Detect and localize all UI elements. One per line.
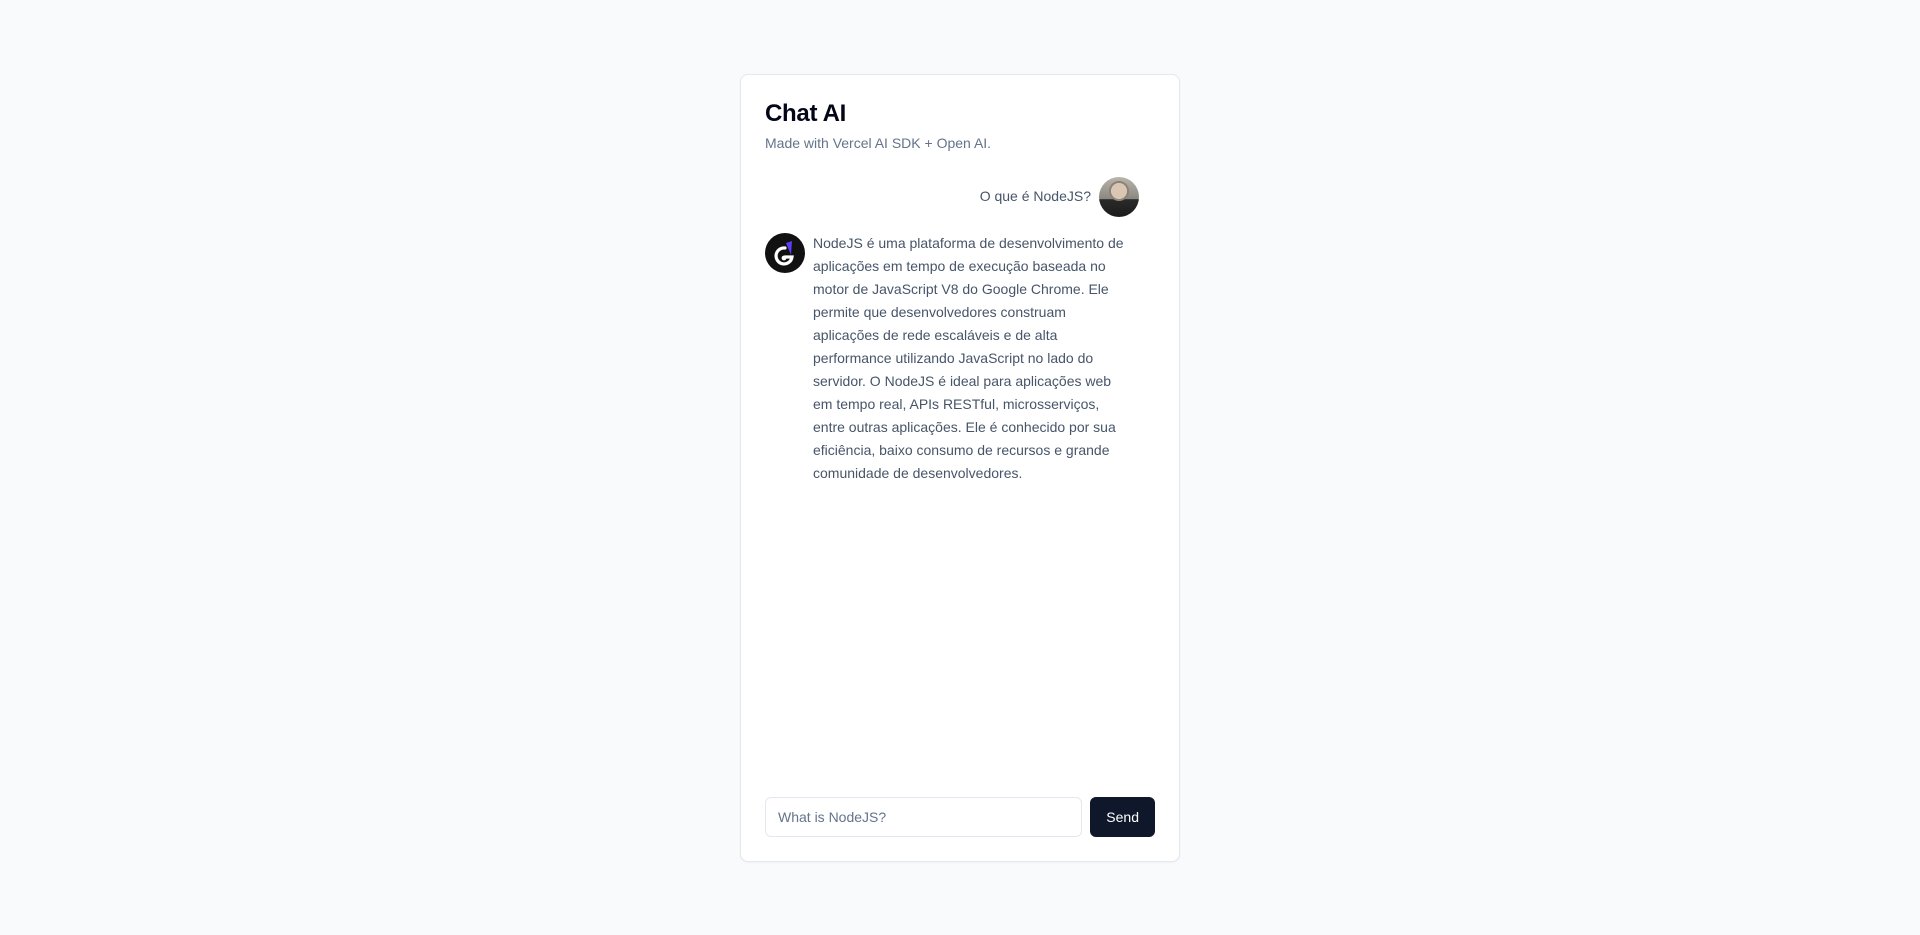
page-subtitle: Made with Vercel AI SDK + Open AI. [765,134,992,151]
chat-form: Send [741,796,1179,861]
page-title: Chat AI [765,99,847,127]
user-message-text: O que é NodeJS? [979,188,1091,204]
chat-input[interactable] [765,796,1083,837]
message-list[interactable]: O que é NodeJS? NodeJS é uma plataforma … [741,153,1179,797]
user-avatar [1099,176,1139,217]
ai-logo-icon [765,232,805,273]
chat-card: Chat AI Made with Vercel AI SDK + Open A… [740,73,1180,862]
card-header: Chat AI Made with Vercel AI SDK + Open A… [741,75,1179,153]
page-background: Chat AI Made with Vercel AI SDK + Open A… [0,0,1920,935]
user-message: O que é NodeJS? [765,176,1139,217]
assistant-message: NodeJS é uma plataforma de desenvolvimen… [765,232,1139,485]
send-button[interactable]: Send [1090,796,1155,837]
assistant-message-text: NodeJS é uma plataforma de desenvolvimen… [813,234,1124,481]
